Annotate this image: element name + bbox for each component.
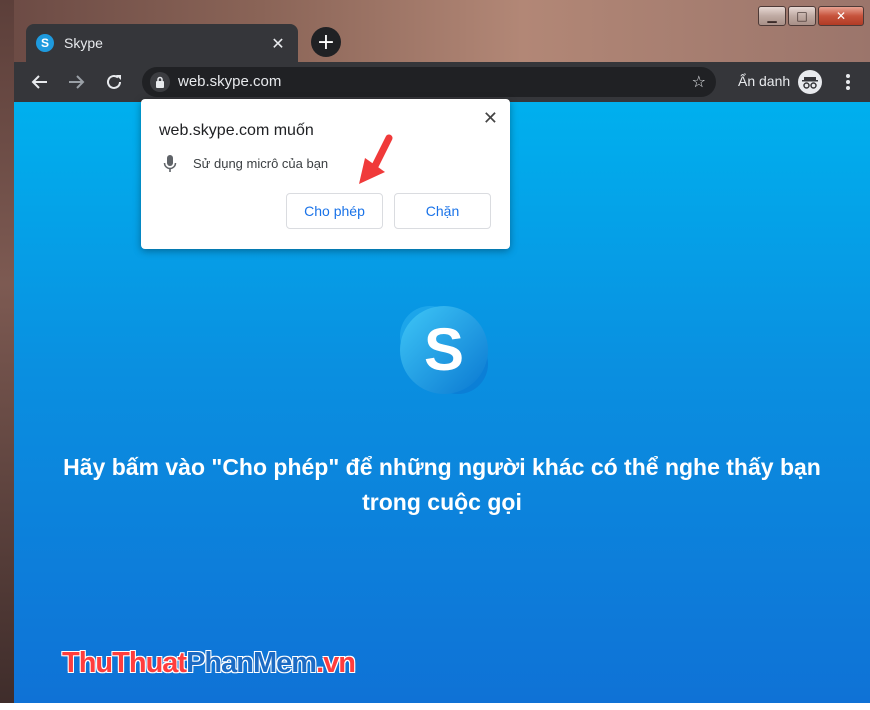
incognito-icon[interactable] bbox=[798, 70, 822, 94]
url-text: web.skype.com bbox=[178, 73, 282, 90]
allow-button[interactable]: Cho phép bbox=[286, 193, 383, 229]
tab-close-button[interactable]: ✕ bbox=[268, 34, 288, 53]
desktop-edge bbox=[0, 0, 14, 710]
block-button[interactable]: Chặn bbox=[394, 193, 491, 229]
browser-window: ▁ □ ✕ S Skype ✕ + web.skype.com ☆ Ẩn dan… bbox=[0, 0, 870, 710]
skype-favicon-icon: S bbox=[36, 34, 54, 52]
window-controls: ▁ □ ✕ bbox=[758, 6, 864, 26]
star-icon[interactable]: ☆ bbox=[692, 72, 706, 91]
skype-logo-icon: S bbox=[392, 298, 496, 402]
annotation-arrow-icon bbox=[355, 134, 397, 190]
incognito-label[interactable]: Ẩn danh bbox=[738, 73, 790, 89]
instruction-message: Hãy bấm vào "Cho phép" để những người kh… bbox=[63, 454, 821, 515]
forward-arrow-icon[interactable] bbox=[64, 70, 88, 94]
permission-item-microphone: Sử dụng micrô của bạn bbox=[193, 156, 329, 171]
window-close-button[interactable]: ✕ bbox=[818, 6, 864, 26]
lock-icon[interactable] bbox=[150, 72, 170, 92]
permission-popup: web.skype.com muốn ✕ Sử dụng micrô của b… bbox=[141, 99, 510, 249]
reload-icon[interactable] bbox=[102, 70, 126, 94]
popup-close-button[interactable]: ✕ bbox=[483, 108, 498, 129]
browser-toolbar: web.skype.com ☆ Ẩn danh bbox=[14, 62, 870, 102]
watermark-part-2: PhanMem bbox=[186, 647, 317, 679]
tab-skype[interactable]: S Skype ✕ bbox=[26, 24, 298, 62]
permission-title: web.skype.com muốn bbox=[159, 122, 314, 139]
address-bar[interactable]: web.skype.com ☆ bbox=[142, 67, 716, 97]
minimize-button[interactable]: ▁ bbox=[758, 6, 786, 26]
desktop-bottom-edge bbox=[0, 703, 870, 710]
mic-icon bbox=[163, 155, 177, 173]
tab-title: Skype bbox=[64, 35, 103, 51]
watermark-part-3: .vn bbox=[316, 647, 356, 679]
new-tab-button[interactable]: + bbox=[311, 27, 341, 57]
maximize-button[interactable]: □ bbox=[788, 6, 816, 26]
svg-text:S: S bbox=[424, 316, 464, 383]
back-arrow-icon[interactable] bbox=[28, 70, 52, 94]
watermark-part-1: ThuThuat bbox=[62, 647, 187, 679]
menu-icon[interactable] bbox=[842, 70, 854, 94]
watermark-logo: ThuThuatPhanMem.vn bbox=[62, 647, 356, 680]
